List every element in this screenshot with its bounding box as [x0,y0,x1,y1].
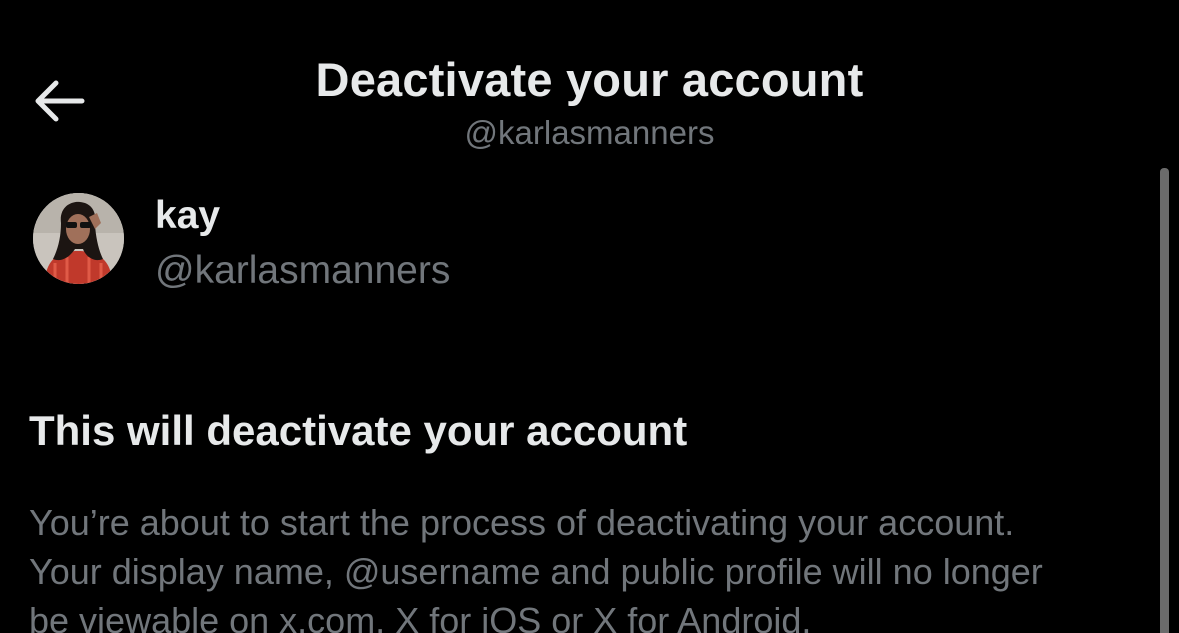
page-subtitle-handle: @karlasmanners [464,114,715,151]
profile-photo-icon [33,193,124,284]
description-line: Your display name, @username and public … [29,551,1043,592]
description-line: be viewable on x.com, X for iOS or X for… [29,600,812,633]
avatar[interactable] [33,193,124,284]
page-title: Deactivate your account [315,53,864,106]
description-text: You’re about to start the process of dea… [29,498,1159,633]
user-handle: @karlasmanners [155,249,451,292]
description-line: You’re about to start the process of dea… [29,502,1015,543]
scrollbar[interactable] [1160,168,1169,633]
display-name: kay [155,194,221,237]
section-heading: This will deactivate your account [29,407,688,454]
